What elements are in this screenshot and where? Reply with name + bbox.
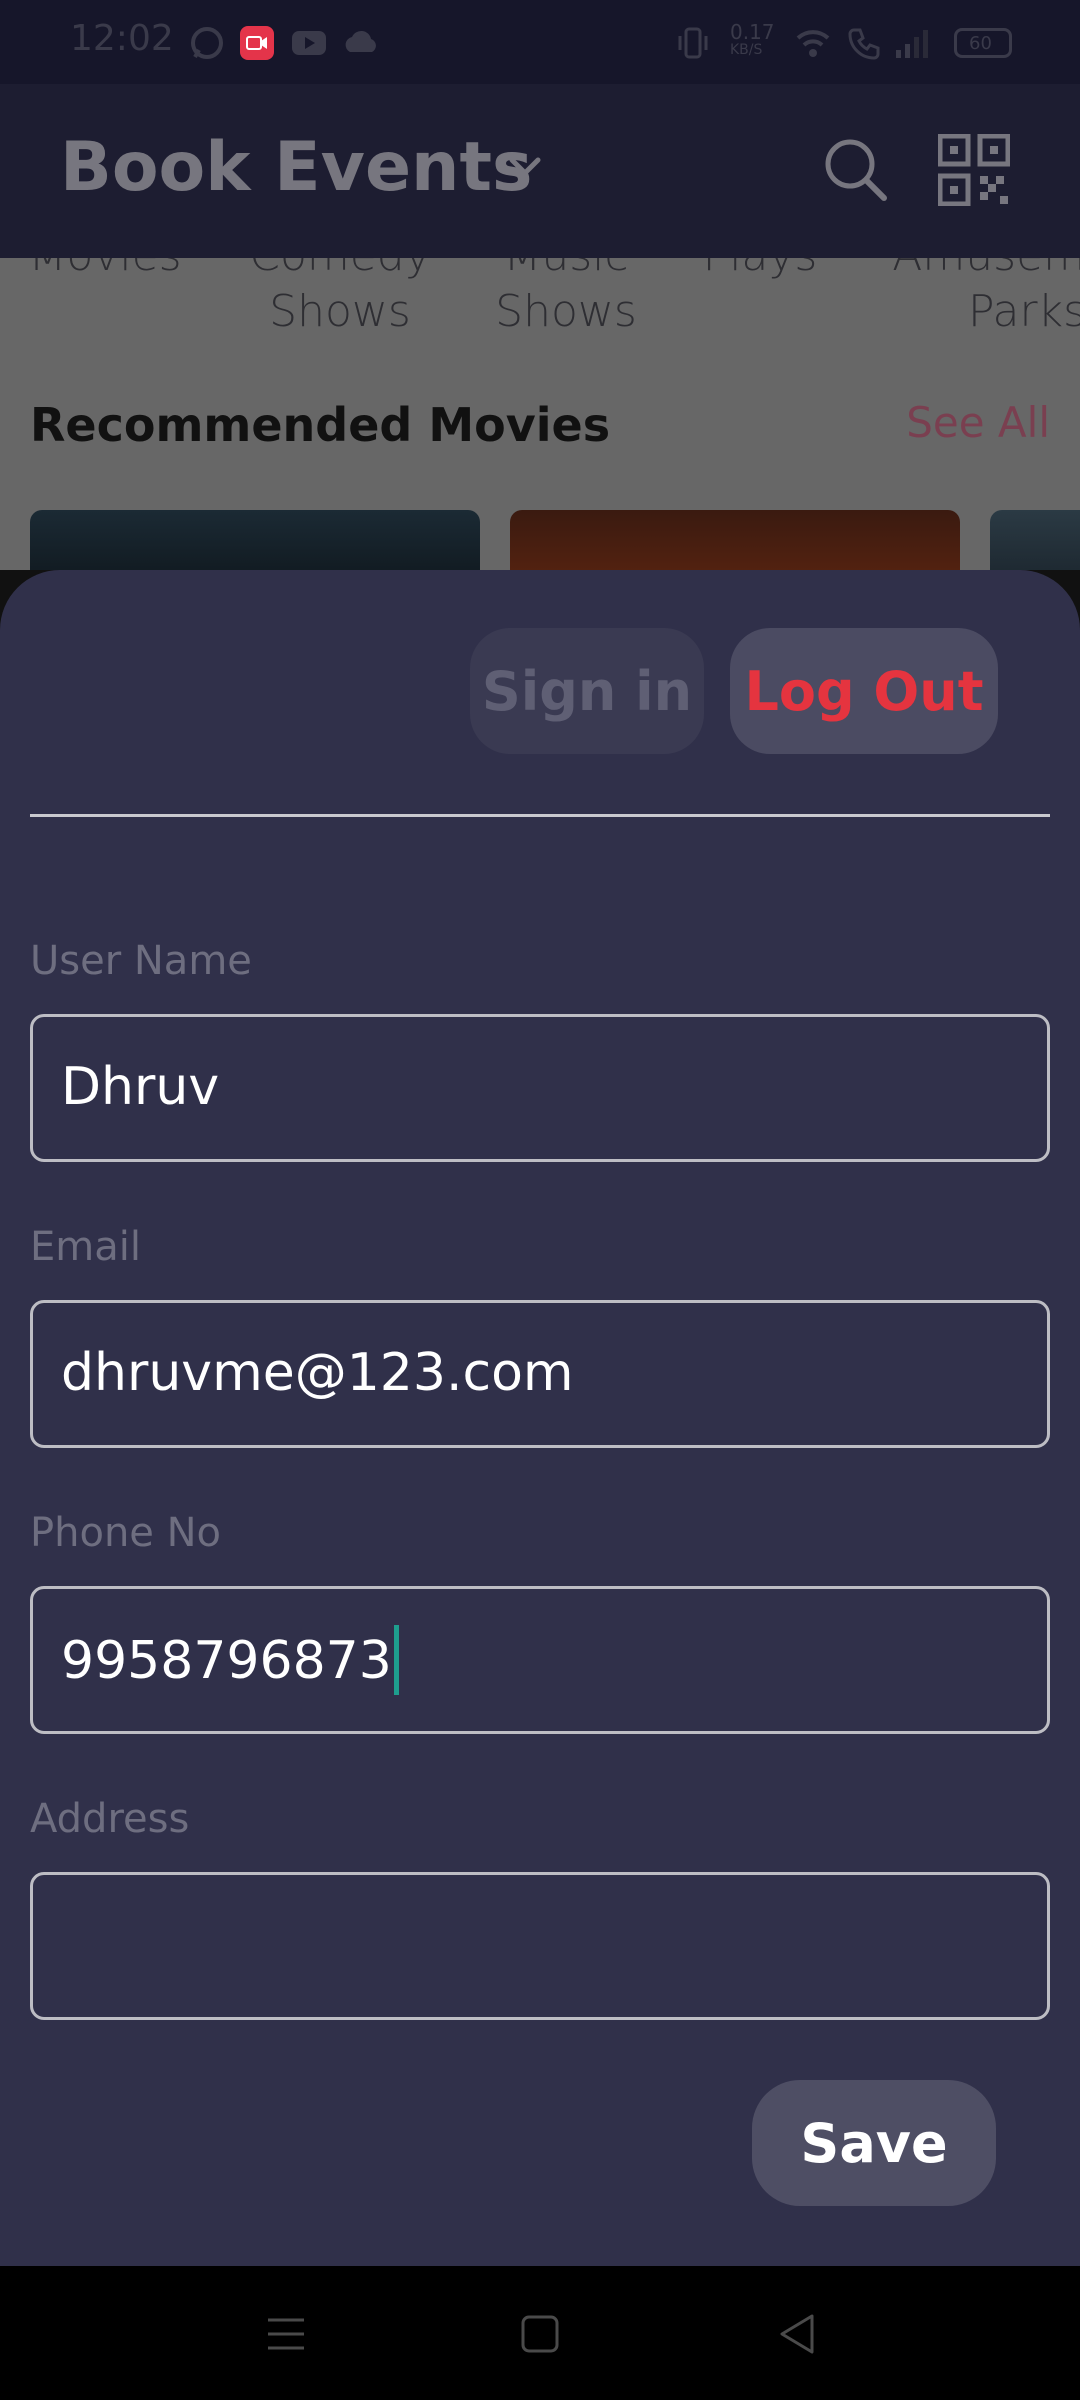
battery-icon: 60 <box>954 28 1012 58</box>
phone-field[interactable]: 9958796873 <box>30 1586 1050 1734</box>
vibrate-icon <box>678 27 708 59</box>
category-music-shows[interactable]: Music Shows <box>476 258 656 340</box>
email-label: Email <box>30 1224 141 1270</box>
phone-label: Phone No <box>30 1510 222 1556</box>
see-all-link[interactable]: See All <box>906 398 1050 447</box>
username-field[interactable]: Dhruv <box>30 1014 1050 1162</box>
email-field[interactable]: dhruvme@123.com <box>30 1300 1050 1448</box>
background-content: Movies Comedy Shows Music Shows Plays Am… <box>0 258 1080 570</box>
back-icon[interactable] <box>774 2310 822 2358</box>
log-out-button[interactable]: Log Out <box>730 628 998 754</box>
cloud-icon <box>345 30 376 52</box>
battery-level: 60 <box>969 33 992 54</box>
category-movies[interactable]: Movies <box>20 258 190 284</box>
net-speed-value: 0.17 <box>730 20 775 44</box>
search-icon[interactable] <box>820 134 890 204</box>
movie-poster[interactable] <box>990 510 1080 570</box>
status-bar: 12:02 0.17 KB/S 60 <box>0 0 1080 84</box>
home-icon[interactable] <box>516 2310 564 2358</box>
address-label: Address <box>30 1796 190 1842</box>
menu-icon[interactable] <box>262 2310 310 2358</box>
phone-value-wrap: 9958796873 <box>61 1625 399 1699</box>
page-title[interactable]: Book Events <box>60 128 532 207</box>
chevron-down-icon[interactable] <box>500 142 550 192</box>
address-field[interactable] <box>30 1872 1050 2020</box>
category-comedy-shows[interactable]: Comedy Shows <box>240 258 440 340</box>
username-label: User Name <box>30 938 252 984</box>
screen-record-icon <box>240 26 274 60</box>
category-amusement-parks[interactable]: Amusem Parks <box>876 258 1080 340</box>
text-caret <box>393 1625 399 1695</box>
wifi-icon <box>796 30 830 57</box>
net-speed-unit: KB/S <box>730 42 763 58</box>
save-button[interactable]: Save <box>752 2080 996 2206</box>
movie-poster[interactable] <box>30 510 480 570</box>
movie-poster[interactable] <box>510 510 960 570</box>
whatsapp-icon <box>191 27 223 59</box>
username-value: Dhruv <box>61 1057 220 1117</box>
call-icon <box>848 28 880 60</box>
section-title: Recommended Movies <box>30 398 611 452</box>
app-header: Book Events <box>0 84 1080 258</box>
divider <box>30 814 1050 817</box>
profile-bottom-sheet: Sign in Log Out User Name Dhruv Email dh… <box>0 570 1080 2266</box>
system-nav-bar <box>0 2266 1080 2400</box>
phone-value: 9958796873 <box>61 1631 392 1691</box>
status-time: 12:02 <box>70 18 174 59</box>
signal-icon <box>896 30 928 58</box>
email-value: dhruvme@123.com <box>61 1343 574 1403</box>
category-plays[interactable]: Plays <box>690 258 830 284</box>
qr-code-icon[interactable] <box>938 134 1010 206</box>
youtube-icon <box>292 31 326 55</box>
sign-in-button[interactable]: Sign in <box>470 628 704 754</box>
